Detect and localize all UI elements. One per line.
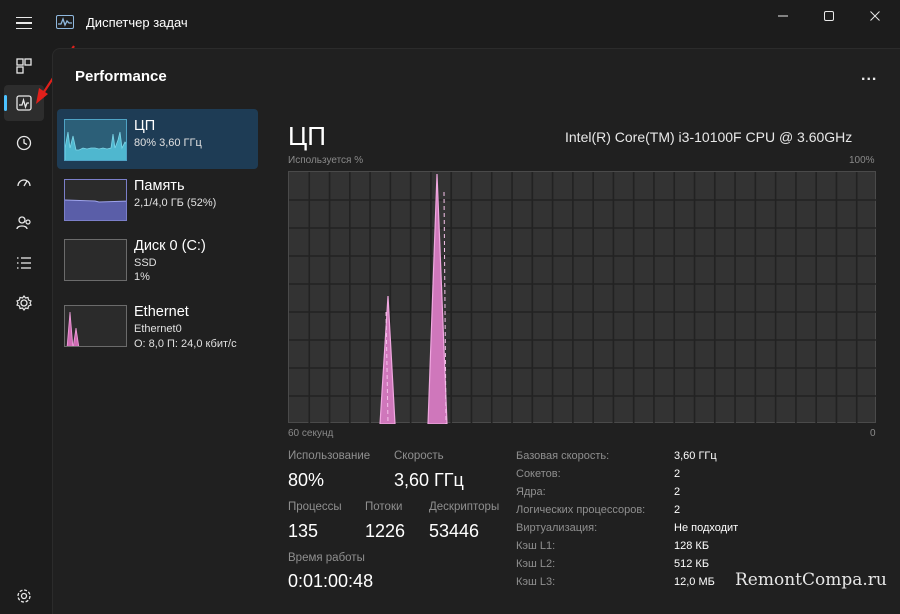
watermark: RemontCompa.ru — [735, 570, 887, 590]
maximize-icon — [824, 11, 834, 21]
maximize-button[interactable] — [806, 0, 852, 32]
device-name: ЦП — [134, 118, 156, 134]
handles-label: Дескрипторы — [429, 501, 500, 513]
device-item-ethernet[interactable]: Ethernet Ethernet0 О: 8,0 П: 24,0 кбит/с — [57, 295, 258, 355]
rail-item-settings[interactable] — [4, 578, 44, 614]
uptime-value: 0:01:00:48 — [288, 571, 374, 591]
spec-label: Сокетов: — [516, 468, 561, 480]
spec-label: Базовая скорость: — [516, 450, 610, 462]
title-bar: Диспетчер задач — [0, 0, 900, 48]
usage-value: 80% — [288, 470, 325, 490]
ethernet-thumbnail — [64, 305, 127, 347]
page-title: Performance — [75, 68, 167, 85]
rail-item-users[interactable] — [4, 205, 44, 241]
device-detail: О: 8,0 П: 24,0 кбит/с — [134, 338, 237, 350]
x-axis-left: 60 секунд — [288, 428, 334, 439]
device-detail: 1% — [134, 271, 150, 283]
spec-value: 128 КБ — [674, 540, 710, 552]
minimize-icon — [778, 15, 788, 17]
device-name: Диск 0 (C:) — [134, 238, 206, 254]
cpu-model: Intel(R) Core(TM) i3-10100F CPU @ 3.60GH… — [565, 129, 853, 145]
device-detail: SSD — [134, 257, 157, 269]
threads-value: 1226 — [365, 521, 406, 541]
settings-icon — [17, 589, 31, 603]
memory-thumbnail — [64, 179, 127, 221]
disk-thumbnail — [64, 239, 127, 281]
y-axis-max: 100% — [849, 155, 875, 166]
device-item-memory[interactable]: Память 2,1/4,0 ГБ (52%) — [57, 169, 258, 229]
usage-label: Использование — [288, 450, 371, 462]
main-panel: Performance ... ЦП 80% 3,60 ГГц Память 2… — [52, 48, 900, 614]
startup-icon — [17, 179, 31, 187]
spec-label: Виртуализация: — [516, 522, 598, 534]
app-title: Диспетчер задач — [86, 15, 188, 30]
details-icon — [17, 257, 31, 269]
spec-label: Кэш L2: — [516, 558, 556, 570]
more-options-button[interactable]: ... — [861, 67, 877, 85]
spec-value: 12,0 МБ — [674, 576, 715, 588]
spec-value: Не подходит — [674, 522, 739, 534]
spec-label: Ядра: — [516, 486, 546, 498]
menu-icon[interactable] — [12, 12, 36, 34]
device-item-cpu[interactable]: ЦП 80% 3,60 ГГц — [57, 109, 258, 169]
y-axis-label: Используется % — [288, 155, 364, 166]
device-detail: Ethernet0 — [134, 323, 182, 335]
navigation-rail — [0, 48, 48, 614]
rail-item-services[interactable] — [4, 285, 44, 321]
services-icon — [16, 295, 32, 311]
speed-label: Скорость — [394, 450, 444, 462]
device-detail: 2,1/4,0 ГБ (52%) — [134, 197, 217, 209]
spec-label: Кэш L1: — [516, 540, 556, 552]
spec-value: 3,60 ГГц — [674, 450, 717, 462]
uptime-label: Время работы — [288, 552, 365, 564]
history-icon — [16, 135, 32, 151]
rail-item-startup[interactable] — [4, 165, 44, 201]
device-name: Память — [134, 178, 185, 194]
close-button[interactable] — [852, 0, 898, 32]
x-axis-right: 0 — [870, 428, 876, 439]
handles-value: 53446 — [429, 521, 480, 541]
spec-label: Логических процессоров: — [516, 504, 646, 516]
spec-value: 2 — [674, 504, 681, 516]
cpu-usage-graph — [288, 171, 877, 424]
spec-value: 2 — [674, 468, 681, 480]
minimize-button[interactable] — [760, 0, 806, 32]
rail-item-details[interactable] — [4, 245, 44, 281]
device-item-disk[interactable]: Диск 0 (C:) SSD 1% — [57, 229, 258, 289]
rail-item-app-history[interactable] — [4, 125, 44, 161]
processes-value: 135 — [288, 521, 319, 541]
speed-value: 3,60 ГГц — [394, 470, 464, 490]
detail-title: ЦП — [288, 121, 326, 151]
cpu-thumbnail — [64, 119, 127, 161]
close-icon — [870, 11, 880, 21]
task-manager-icon — [56, 15, 74, 29]
device-name: Ethernet — [134, 304, 189, 320]
spec-value: 2 — [674, 486, 681, 498]
threads-label: Потоки — [365, 501, 403, 513]
spec-value: 512 КБ — [674, 558, 710, 570]
device-detail: 80% 3,60 ГГц — [134, 137, 202, 149]
spec-label: Кэш L3: — [516, 576, 556, 588]
users-icon — [16, 216, 31, 230]
processes-label: Процессы — [288, 501, 342, 513]
